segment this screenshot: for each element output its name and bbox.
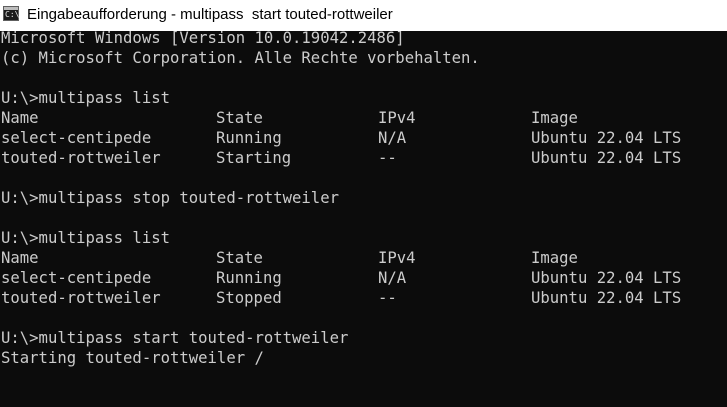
instance-state: Starting	[216, 149, 292, 167]
instance-image: Ubuntu 22.04 LTS	[531, 269, 682, 287]
instance-state: Running	[216, 129, 282, 147]
column-header-ipv4: IPv4	[378, 109, 416, 127]
window-title: Eingabeaufforderung - multipass start to…	[27, 6, 393, 23]
instance-name: touted-rottweiler	[1, 149, 161, 167]
terminal-output[interactable]: Microsoft Windows [Version 10.0.19042.24…	[0, 31, 727, 407]
table-row: touted-rottweiler Stopped -- Ubuntu 22.0…	[1, 288, 681, 308]
table-row: select-centipede Running N/A Ubuntu 22.0…	[1, 268, 681, 288]
command-line: U:\>multipass stop touted-rottweiler	[1, 189, 339, 207]
instance-ipv4: N/A	[378, 129, 407, 147]
console-icon[interactable]: C:\	[3, 6, 19, 21]
instance-ipv4: --	[378, 289, 397, 307]
instance-image: Ubuntu 22.04 LTS	[531, 289, 682, 307]
instance-state: Running	[216, 269, 282, 287]
icon-prompt-glyph: C:\	[5, 10, 20, 19]
command-line: U:\>multipass list	[1, 229, 170, 247]
column-header-name: Name	[1, 109, 39, 127]
column-header-image: Image	[531, 249, 578, 267]
command-line: U:\>multipass list	[1, 89, 170, 107]
table-header-row: Name State IPv4 Image	[1, 248, 578, 268]
instance-name: select-centipede	[1, 269, 152, 287]
instance-name: touted-rottweiler	[1, 289, 161, 307]
instance-ipv4: N/A	[378, 269, 407, 287]
instance-image: Ubuntu 22.04 LTS	[531, 149, 682, 167]
column-header-state: State	[216, 109, 263, 127]
instance-state: Stopped	[216, 289, 282, 307]
banner-version-line: Microsoft Windows [Version 10.0.19042.24…	[1, 31, 405, 47]
instance-image: Ubuntu 22.04 LTS	[531, 129, 682, 147]
table-row: touted-rottweiler Starting -- Ubuntu 22.…	[1, 148, 681, 168]
command-line: U:\>multipass start touted-rottweiler	[1, 329, 349, 347]
console-window: C:\ Eingabeaufforderung - multipass star…	[0, 0, 727, 407]
column-header-state: State	[216, 249, 263, 267]
banner-copyright-line: (c) Microsoft Corporation. Alle Rechte v…	[1, 49, 480, 67]
instance-ipv4: --	[378, 149, 397, 167]
table-header-row: Name State IPv4 Image	[1, 108, 578, 128]
table-row: select-centipede Running N/A Ubuntu 22.0…	[1, 128, 681, 148]
command-output-line: Starting touted-rottweiler /	[1, 349, 264, 367]
column-header-ipv4: IPv4	[378, 249, 416, 267]
column-header-image: Image	[531, 109, 578, 127]
column-header-name: Name	[1, 249, 39, 267]
title-bar[interactable]: C:\ Eingabeaufforderung - multipass star…	[0, 0, 727, 31]
instance-name: select-centipede	[1, 129, 152, 147]
